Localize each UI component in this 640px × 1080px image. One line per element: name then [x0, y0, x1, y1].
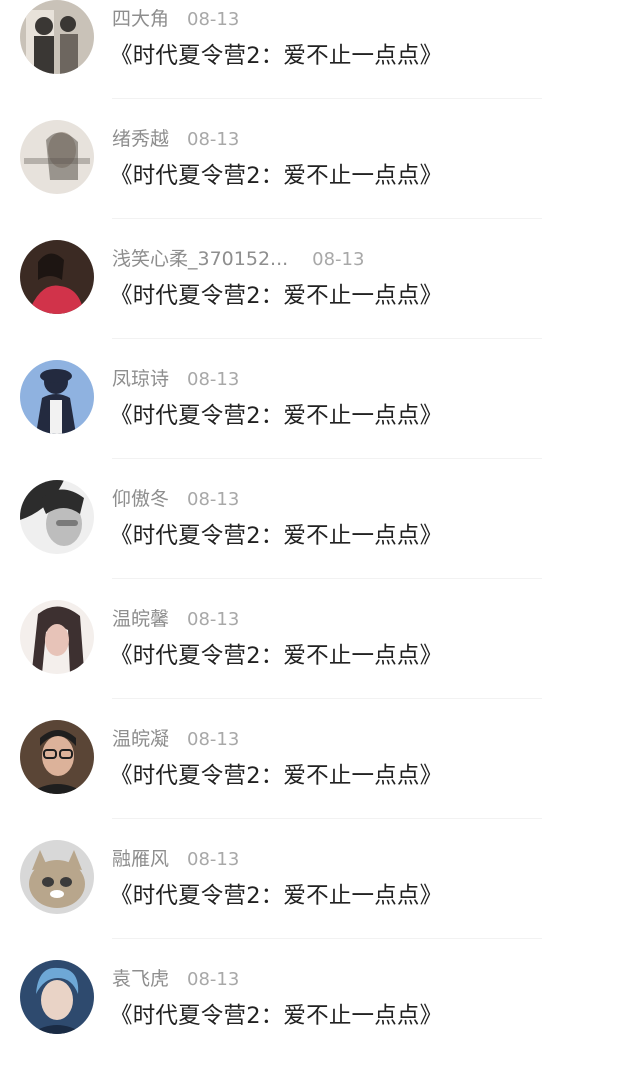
timestamp: 08-13	[187, 369, 240, 390]
timestamp: 08-13	[312, 249, 365, 270]
timestamp: 08-13	[187, 609, 240, 630]
username[interactable]: 浅笑心柔_370152...	[112, 246, 288, 272]
divider	[112, 698, 542, 699]
timestamp: 08-13	[187, 9, 240, 30]
user-avatar[interactable]	[20, 600, 94, 674]
timestamp: 08-13	[187, 729, 240, 750]
comment-text: 《时代夏令营2：爱不止一点点》	[110, 1003, 443, 1029]
comment-text: 《时代夏令营2：爱不止一点点》	[110, 643, 443, 669]
username[interactable]: 凤琼诗	[112, 366, 169, 392]
comment-meta: 袁飞虎 08-13	[112, 966, 239, 992]
comment-text: 《时代夏令营2：爱不止一点点》	[110, 283, 443, 309]
username[interactable]: 四大角	[112, 6, 169, 32]
user-avatar[interactable]	[20, 0, 94, 74]
username[interactable]: 袁飞虎	[112, 966, 169, 992]
comment-meta: 绪秀越 08-13	[112, 126, 239, 152]
username[interactable]: 仰傲冬	[112, 486, 169, 512]
comment-item[interactable]: 温皖馨 08-13 《时代夏令营2：爱不止一点点》	[0, 600, 640, 720]
comment-item[interactable]: 袁飞虎 08-13 《时代夏令营2：爱不止一点点》	[0, 960, 640, 1080]
user-avatar[interactable]	[20, 120, 94, 194]
divider	[112, 458, 542, 459]
comment-meta: 温皖馨 08-13	[112, 606, 239, 632]
user-avatar[interactable]	[20, 480, 94, 554]
divider	[112, 218, 542, 219]
comment-text: 《时代夏令营2：爱不止一点点》	[110, 523, 443, 549]
comment-item[interactable]: 温皖凝 08-13 《时代夏令营2：爱不止一点点》	[0, 720, 640, 840]
divider	[112, 818, 542, 819]
comment-list: 四大角 08-13 《时代夏令营2：爱不止一点点》 绪秀越 08-13 《时代夏令营…	[0, 0, 640, 1034]
timestamp: 08-13	[187, 129, 240, 150]
comment-item[interactable]: 绪秀越 08-13 《时代夏令营2：爱不止一点点》	[0, 120, 640, 240]
timestamp: 08-13	[187, 489, 240, 510]
timestamp: 08-13	[187, 849, 240, 870]
user-avatar[interactable]	[20, 240, 94, 314]
divider	[112, 338, 542, 339]
user-avatar[interactable]	[20, 720, 94, 794]
comment-item[interactable]: 仰傲冬 08-13 《时代夏令营2：爱不止一点点》	[0, 480, 640, 600]
username[interactable]: 绪秀越	[112, 126, 169, 152]
comment-item[interactable]: 融雁风 08-13 《时代夏令营2：爱不止一点点》	[0, 840, 640, 960]
comment-meta: 四大角 08-13	[112, 6, 239, 32]
comment-meta: 凤琼诗 08-13	[112, 366, 239, 392]
comment-meta: 融雁风 08-13	[112, 846, 239, 872]
comment-text: 《时代夏令营2：爱不止一点点》	[110, 763, 443, 789]
comment-item[interactable]: 四大角 08-13 《时代夏令营2：爱不止一点点》	[0, 0, 640, 120]
user-avatar[interactable]	[20, 960, 94, 1034]
user-avatar[interactable]	[20, 840, 94, 914]
divider	[112, 938, 542, 939]
username[interactable]: 温皖凝	[112, 726, 169, 752]
comment-text: 《时代夏令营2：爱不止一点点》	[110, 403, 443, 429]
comment-text: 《时代夏令营2：爱不止一点点》	[110, 163, 443, 189]
comment-item[interactable]: 凤琼诗 08-13 《时代夏令营2：爱不止一点点》	[0, 360, 640, 480]
comment-meta: 浅笑心柔_370152... 08-13	[112, 246, 364, 272]
timestamp: 08-13	[187, 969, 240, 990]
comment-meta: 温皖凝 08-13	[112, 726, 239, 752]
username[interactable]: 融雁风	[112, 846, 169, 872]
divider	[112, 578, 542, 579]
divider	[112, 98, 542, 99]
comment-text: 《时代夏令营2：爱不止一点点》	[110, 43, 443, 69]
comment-item[interactable]: 浅笑心柔_370152... 08-13 《时代夏令营2：爱不止一点点》	[0, 240, 640, 360]
user-avatar[interactable]	[20, 360, 94, 434]
comment-meta: 仰傲冬 08-13	[112, 486, 239, 512]
username[interactable]: 温皖馨	[112, 606, 169, 632]
comment-text: 《时代夏令营2：爱不止一点点》	[110, 883, 443, 909]
